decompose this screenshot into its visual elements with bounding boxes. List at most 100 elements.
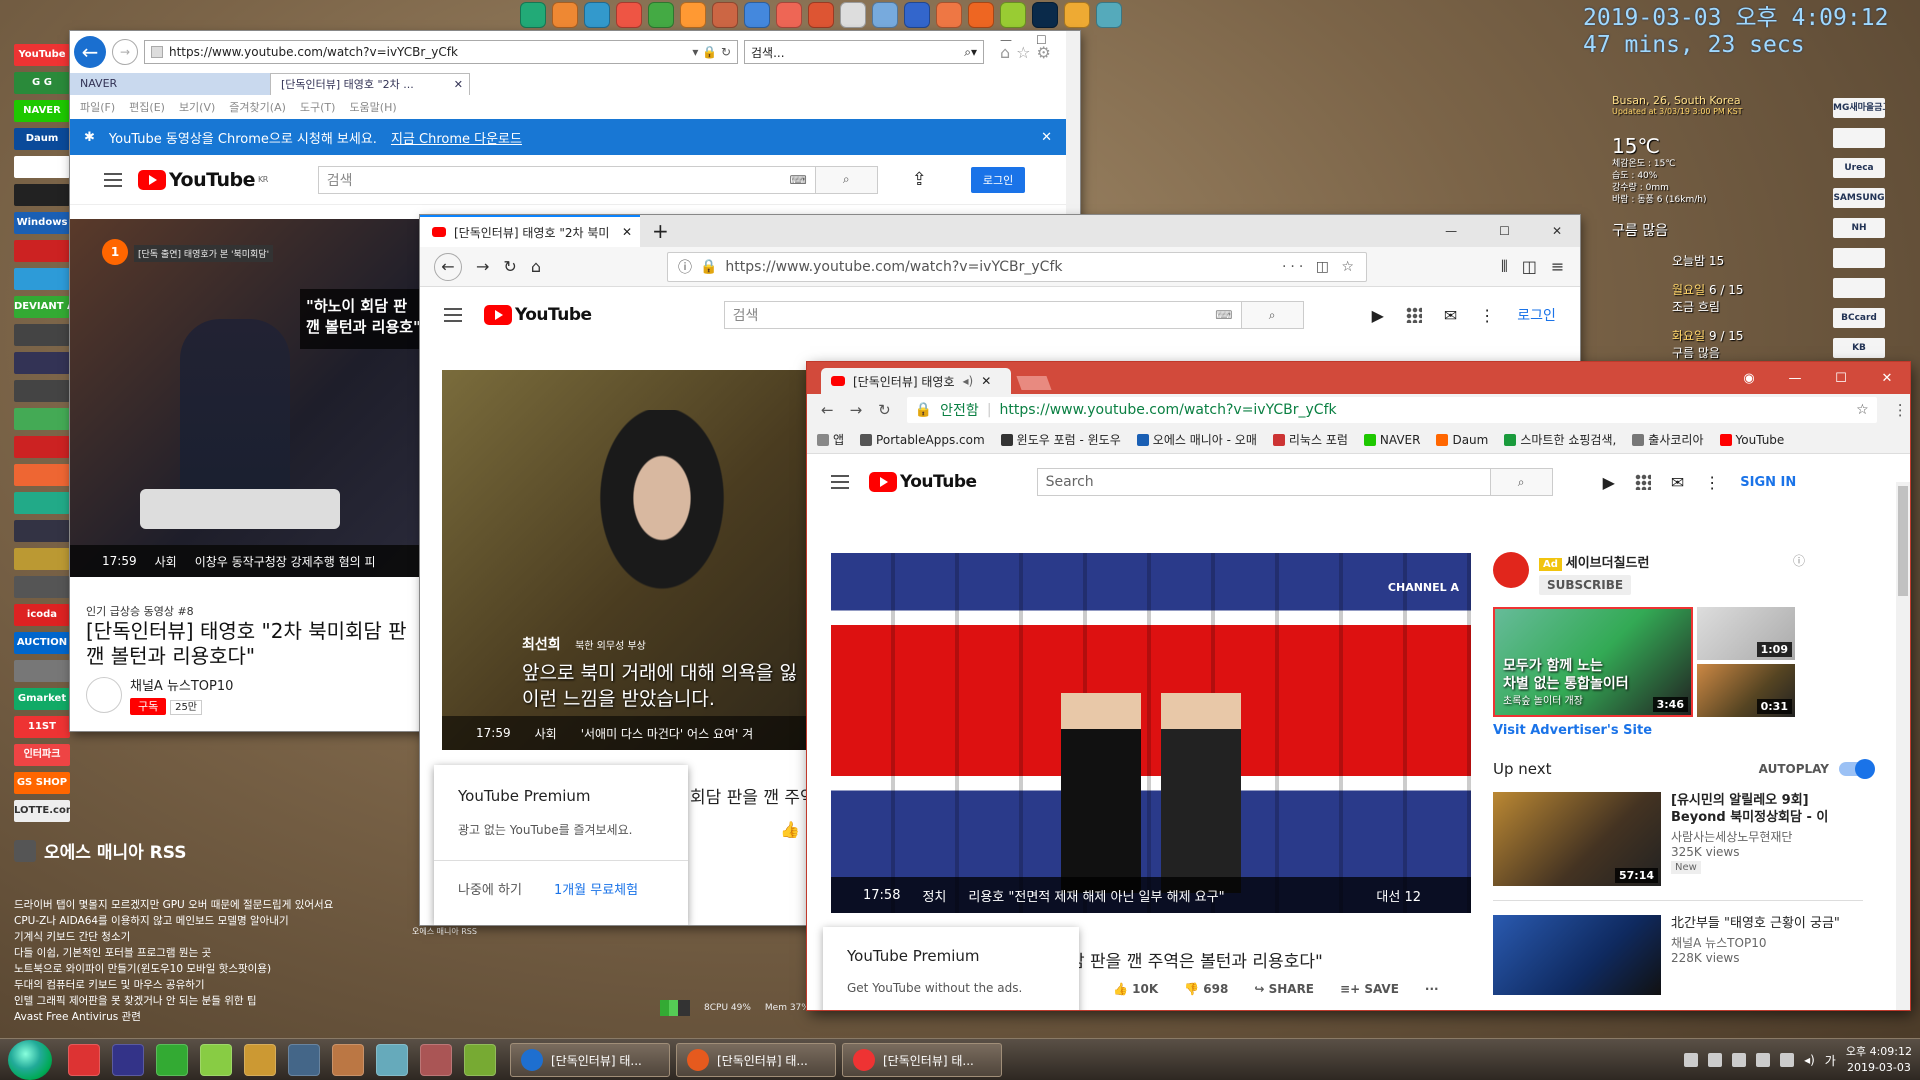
launcher-icon[interactable]	[520, 2, 546, 28]
visit-advertiser-link[interactable]: Visit Advertiser's Site	[1493, 723, 1883, 738]
close-icon[interactable]: ✕	[454, 74, 463, 95]
menu-icon[interactable]	[831, 475, 849, 489]
login-link[interactable]: 로그인	[1517, 305, 1556, 325]
close-icon[interactable]: ✕	[1552, 224, 1562, 238]
download-chrome-link[interactable]: 지금 Chrome 다운로드	[391, 128, 522, 147]
launcher-icon[interactable]	[552, 2, 578, 28]
cr-address-bar[interactable]: 🔒 안전함 | https://www.youtube.com/watch?v=…	[906, 397, 1877, 423]
pinned-app-icon[interactable]	[112, 1043, 144, 1076]
menu-edit[interactable]: 편집(E)	[129, 99, 165, 115]
more-vert-icon[interactable]: ⋮	[1704, 473, 1720, 492]
minimize-icon[interactable]: —	[1000, 33, 1012, 47]
upload-icon[interactable]: ⇪	[912, 169, 927, 190]
dock-shortcut[interactable]: AUCTION	[14, 632, 70, 654]
forward-arrow-icon[interactable]: →	[112, 39, 138, 65]
more-vert-icon[interactable]: ⋮	[1479, 306, 1495, 325]
cr-scrollbar[interactable]	[1896, 482, 1910, 1010]
launcher-icon[interactable]	[648, 2, 674, 28]
dock-shortcut[interactable]	[1833, 248, 1885, 268]
dock-shortcut[interactable]	[14, 184, 70, 206]
ie-tab-naver[interactable]: NAVER	[70, 73, 270, 95]
dock-shortcut[interactable]	[14, 380, 70, 402]
pinned-app-icon[interactable]	[464, 1043, 496, 1076]
apps-grid-icon[interactable]	[1405, 307, 1422, 323]
dock-shortcut[interactable]	[14, 408, 70, 430]
ff-tab[interactable]: [단독인터뷰] 태영호 "2차 북미 ✕	[420, 215, 640, 247]
pinned-app-icon[interactable]	[420, 1043, 452, 1076]
dock-shortcut[interactable]	[1833, 278, 1885, 298]
bookmark-item[interactable]: 리눅스 포럼	[1272, 431, 1348, 448]
messages-icon[interactable]: ✉	[1671, 473, 1684, 492]
profile-icon[interactable]: ◉	[1726, 371, 1772, 386]
dock-shortcut[interactable]: DEVIANT ART	[14, 296, 70, 318]
rss-item[interactable]: 노트북으로 와이파이 만들기(윈도우10 모바일 핫스팟이용)	[14, 961, 394, 977]
info-icon[interactable]: ⓘ	[1793, 552, 1805, 595]
menu-icon[interactable]	[104, 172, 122, 187]
dock-shortcut[interactable]: icoda	[14, 604, 70, 626]
scroll-thumb[interactable]	[1898, 486, 1908, 596]
dock-shortcut[interactable]	[14, 520, 70, 542]
premium-later-button[interactable]: 나중에 하기	[458, 879, 522, 898]
pinned-app-icon[interactable]	[244, 1043, 276, 1076]
new-tab-icon[interactable]: +	[652, 219, 669, 243]
start-button[interactable]	[8, 1039, 52, 1080]
tray-icon[interactable]	[1756, 1053, 1771, 1067]
close-icon[interactable]: ✕	[622, 225, 632, 239]
dock-shortcut[interactable]: 11ST	[14, 716, 70, 738]
pinned-app-icon[interactable]	[288, 1043, 320, 1076]
launcher-icon[interactable]	[904, 2, 930, 28]
back-arrow-icon[interactable]: ←	[74, 36, 106, 68]
close-icon[interactable]: ✕	[1041, 130, 1052, 145]
search-icon[interactable]: ⌕	[1240, 302, 1303, 328]
back-arrow-icon[interactable]: ←	[434, 252, 462, 281]
channel-name[interactable]: 채널A 뉴스TOP10	[130, 675, 233, 694]
dock-shortcut[interactable]: KB	[1833, 338, 1885, 358]
dock-shortcut[interactable]	[14, 436, 70, 458]
rss-item[interactable]: 두대의 컴퓨터로 키보드 및 마우스 공유하기	[14, 977, 394, 993]
dock-shortcut[interactable]: LOTTE.com	[14, 800, 70, 822]
dock-shortcut[interactable]	[14, 660, 70, 682]
pinned-app-icon[interactable]	[200, 1043, 232, 1076]
page-actions-icon[interactable]: ··· ◫ ☆	[1282, 259, 1358, 275]
apps-grid-icon[interactable]	[1634, 474, 1651, 490]
dock-shortcut[interactable]: NAVER	[14, 100, 70, 122]
dock-shortcut[interactable]: NH	[1833, 218, 1885, 238]
dock-shortcut[interactable]	[1833, 128, 1885, 148]
video-camera-icon[interactable]: ▶	[1603, 473, 1615, 492]
up-next-item[interactable]: 北간부들 "태영호 근황이 궁금" 채널A 뉴스TOP10 228K views	[1493, 915, 1883, 995]
youtube-logo[interactable]: YouTube KR	[138, 169, 268, 191]
messages-icon[interactable]: ✉	[1444, 306, 1457, 325]
keyboard-icon[interactable]: ⌨	[1215, 308, 1232, 322]
ie-video-player[interactable]: 1 [단독 출연] 태영호가 본 '북미회담' "하노이 회담 판 깬 볼턴과 …	[70, 219, 430, 577]
autoplay-toggle[interactable]	[1839, 759, 1875, 779]
pinned-app-icon[interactable]	[68, 1043, 100, 1076]
up-next-thumbnail[interactable]: 57:14	[1493, 792, 1661, 886]
taskbar-window-button[interactable]: [단독인터뷰] 태...	[842, 1043, 1002, 1077]
keyboard-icon[interactable]: ⌨	[789, 173, 806, 187]
dock-shortcut[interactable]: 인터파크	[14, 744, 70, 766]
up-next-thumbnail[interactable]	[1493, 915, 1661, 995]
cr-yt-search[interactable]: Search ⌕	[1036, 468, 1553, 496]
library-icon[interactable]: ⫴	[1501, 257, 1508, 277]
ie-tab-youtube[interactable]: [단독인터뷰] 태영호 "2차 ... ✕	[270, 73, 470, 95]
search-icon[interactable]: ⌕	[814, 166, 877, 193]
share-button[interactable]: ↪ SHARE	[1254, 982, 1314, 996]
forward-arrow-icon[interactable]: →	[476, 257, 489, 276]
minimize-icon[interactable]: —	[1445, 224, 1457, 238]
tray-icon[interactable]	[1708, 1053, 1723, 1067]
dock-shortcut[interactable]: G G	[14, 72, 70, 94]
ad-small-thumbnail[interactable]: 1:09	[1697, 607, 1795, 660]
rss-item[interactable]: CPU-Z나 AIDA64를 이용하지 않고 메인보드 모델명 알아내기	[14, 913, 394, 929]
taskbar-clock[interactable]: 오후 4:09:12 2019-03-03	[1846, 1044, 1912, 1076]
minimize-icon[interactable]: —	[1772, 371, 1818, 386]
channel-avatar[interactable]	[86, 676, 122, 713]
dock-shortcut[interactable]: SAMSUNG	[1833, 188, 1885, 208]
menu-favorites[interactable]: 즐겨찾기(A)	[229, 99, 286, 115]
dock-shortcut[interactable]	[14, 464, 70, 486]
bookmark-item[interactable]: Daum	[1436, 433, 1488, 447]
dock-shortcut[interactable]	[14, 240, 70, 262]
cr-video-player[interactable]: CHANNEL A 17:58 정치 리용호 "전면적 제재 해제 아닌 일부 …	[831, 553, 1471, 913]
reload-icon[interactable]: ↻	[878, 401, 891, 419]
rss-item[interactable]: 다들 이쉽, 기본적인 포터블 프로그램 뭔는 곳	[14, 945, 394, 961]
speaker-icon[interactable]: ◂)	[963, 374, 974, 388]
